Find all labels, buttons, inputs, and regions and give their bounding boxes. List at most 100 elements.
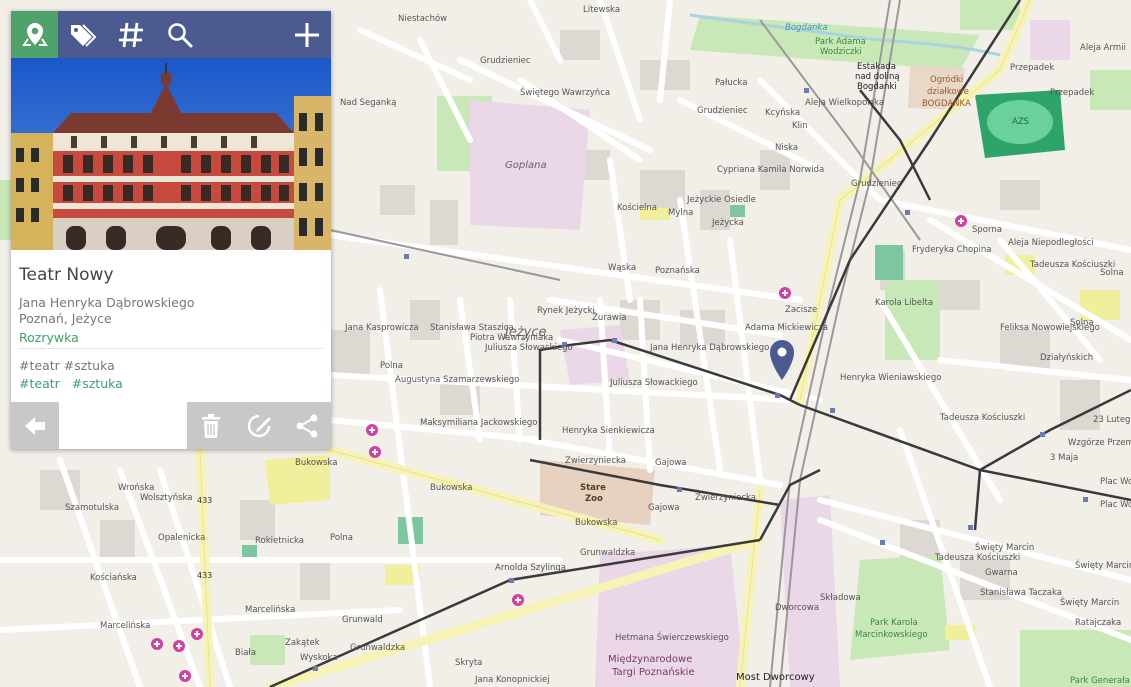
- map-label: Niestachów: [398, 13, 447, 24]
- map-label: Plac Wol: [1100, 477, 1131, 487]
- map-label: 23 Lutego: [1093, 415, 1131, 425]
- map-label: Dworcowa: [775, 603, 819, 613]
- map-label: Grudzieniec: [697, 106, 748, 116]
- map-label: Aleja Armii: [1080, 43, 1126, 53]
- map-label: Litewska: [583, 5, 620, 15]
- place-details-panel: Teatr Nowy Jana Henryka Dąbrowskiego Poz…: [11, 11, 331, 449]
- action-spacer: [59, 402, 187, 449]
- map-label: Park Karola: [870, 618, 918, 628]
- place-title: Teatr Nowy: [19, 265, 114, 285]
- map-label: Ogródki: [930, 74, 963, 85]
- map-label: Klin: [792, 121, 808, 131]
- map-label: Wodziczki: [820, 47, 862, 57]
- map-label: Marcelińska: [100, 621, 150, 631]
- place-tags-raw: #teatr #sztuka: [19, 358, 115, 373]
- map-label: Sporna: [972, 225, 1002, 235]
- map-label: Wąska: [608, 263, 636, 273]
- map-label: Maksymiliana Jackowskiego: [420, 418, 538, 428]
- place-info: Teatr Nowy Jana Henryka Dąbrowskiego Poz…: [19, 265, 323, 345]
- map-label: Estakada: [857, 62, 896, 72]
- map-label: AZS: [1012, 117, 1029, 127]
- map-label: Kcyńska: [765, 108, 800, 118]
- map-label: Zoo: [585, 494, 603, 504]
- map-label: Tadeusza Kościuszki: [939, 412, 1025, 423]
- place-photo: [11, 58, 331, 250]
- map-label: Grudzieniec: [851, 179, 902, 189]
- share-icon[interactable]: [283, 402, 331, 449]
- map-label: Bogdanki: [857, 82, 897, 92]
- map-label: Jana Henryka Dąbrowskiego: [649, 343, 769, 353]
- hashtag-icon[interactable]: [107, 11, 154, 58]
- place-street: Jana Henryka Dąbrowskiego: [19, 295, 195, 310]
- map-label: Przepadek: [1010, 63, 1054, 73]
- map-label: Targi Poznańskie: [611, 666, 695, 678]
- map-label: BOGDANKA: [922, 99, 971, 109]
- map-label: Feliksa Nowowiejskiego: [1000, 323, 1100, 333]
- map-label: Skryta: [455, 658, 482, 668]
- map-label: Rokietnicka: [255, 536, 304, 546]
- add-place-plus-icon[interactable]: [283, 11, 330, 58]
- tag-link[interactable]: #sztuka: [72, 376, 123, 391]
- map-label: Henryka Sienkiewicza: [562, 426, 655, 436]
- back-arrow-icon[interactable]: [11, 402, 59, 449]
- bottom-action-bar: [11, 402, 331, 449]
- map-label: Marcelińska: [245, 605, 295, 615]
- map-label: Święty Marcin: [1075, 559, 1131, 571]
- map-label: Bukowska: [575, 518, 617, 528]
- map-label: Polna: [330, 533, 353, 543]
- place-category[interactable]: Rozrywka: [19, 330, 323, 345]
- map-label: Grunwaldzka: [350, 643, 405, 653]
- map-label: Stare: [580, 483, 606, 493]
- map-label: Bukowska: [295, 458, 337, 468]
- map-label: Park Generała: [1070, 676, 1130, 686]
- map-label: Piotra Wawrzyniaka: [470, 333, 553, 343]
- map-label: Henryka Wieniawskiego: [840, 373, 941, 383]
- map-label: Fryderyka Chopina: [912, 245, 992, 255]
- map-label: Grunwald: [342, 615, 383, 625]
- divider: [19, 348, 323, 349]
- map-label: Szamotulska: [65, 503, 119, 513]
- map-label: Święty Marcin: [1060, 596, 1119, 608]
- tag-link[interactable]: #teatr: [19, 376, 60, 391]
- map-label: 433: [197, 571, 212, 580]
- edit-icon[interactable]: [235, 402, 283, 449]
- map-label: Święty Marcin: [975, 541, 1034, 553]
- map-label: Ratajczaka: [1075, 618, 1121, 628]
- map-label: działkowe: [927, 87, 969, 97]
- map-label: Składowa: [820, 593, 861, 603]
- map-label: Zwierzyniecka: [695, 493, 756, 503]
- map-label: Gajowa: [648, 503, 680, 513]
- map-label: Rynek Jeżycki: [537, 306, 595, 316]
- top-toolbar: [11, 11, 331, 58]
- places-map-pin-icon[interactable]: [11, 11, 58, 58]
- map-label: Bogdanka: [785, 23, 828, 33]
- map-label: Mylna: [668, 208, 693, 218]
- map-label: 3 Maja: [1050, 453, 1078, 463]
- map-label: Grudzieniec: [480, 56, 531, 66]
- map-label: Augustyna Szamarzewskiego: [395, 375, 519, 385]
- map-label: Adama Mickiewicza: [745, 323, 828, 333]
- map-label: Aleja Niepodległości: [1008, 237, 1094, 248]
- map-label: Działyńskich: [1040, 353, 1093, 363]
- map-label: Goplana: [505, 160, 547, 171]
- map-label: Most Dworcowy: [736, 672, 815, 683]
- map-label: Cypriana Kamila Norwida: [717, 165, 824, 175]
- map-label: Wolsztyńska: [140, 493, 193, 503]
- map-label: Świętego Wawrzyńca: [520, 86, 610, 98]
- map-label: Jana Kasprowicza: [344, 323, 419, 333]
- map-label: Bukowska: [430, 483, 472, 493]
- map-label: Wzgórze Przemysła: [1068, 437, 1131, 448]
- map-label: Wyskoka: [300, 653, 338, 663]
- map-label: Hetmana Świerczewskiego: [615, 631, 729, 643]
- map-label: Kościańska: [90, 572, 137, 583]
- place-city: Poznań, Jeżyce: [19, 311, 112, 326]
- search-icon[interactable]: [156, 11, 203, 58]
- map-label: Marcinkowskiego: [855, 630, 928, 640]
- map-label: Plac Wol: [1100, 500, 1131, 510]
- map-label: Juliusza Słowackiego: [609, 378, 698, 388]
- map-label: nad doliną: [855, 72, 900, 82]
- place-tags: #teatr #sztuka: [19, 376, 131, 391]
- tags-icon[interactable]: [58, 11, 105, 58]
- map-label: Grunwaldzka: [580, 548, 635, 558]
- trash-icon[interactable]: [187, 402, 235, 449]
